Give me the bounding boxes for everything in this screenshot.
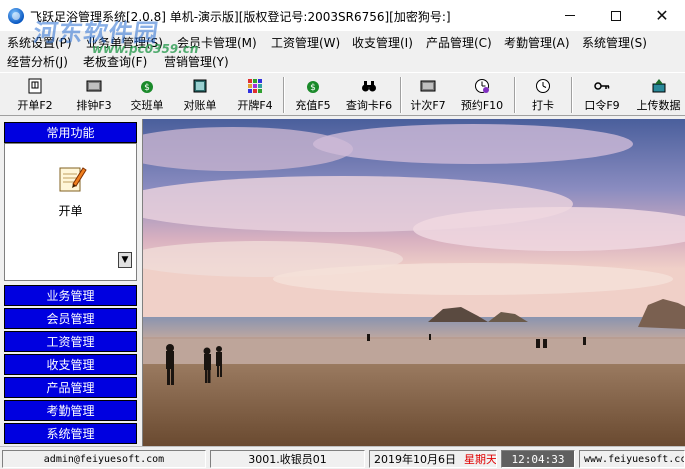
open-bill-shortcut[interactable]: 开单	[5, 144, 136, 224]
query-card-button[interactable]: 查询卡F6	[342, 75, 396, 115]
nav-attendance-management[interactable]: 考勤管理	[4, 400, 137, 421]
key-icon	[593, 77, 611, 95]
recharge-icon: $	[304, 77, 322, 95]
watermark-url: www.pc0359.cn	[92, 42, 199, 56]
menu-products[interactable]: 产品管理(C)	[426, 34, 492, 51]
clock-in-button[interactable]: 打卡	[520, 75, 566, 115]
minimize-icon	[565, 15, 575, 16]
minimize-button[interactable]	[547, 0, 593, 31]
clock-icon	[534, 77, 552, 95]
nav-income-expense-management[interactable]: 收支管理	[4, 354, 137, 375]
schedule-button[interactable]: 排钟F3	[70, 75, 118, 115]
menu-attendance[interactable]: 考勤管理(A)	[504, 34, 570, 51]
handover-button[interactable]: $ 交班单	[124, 75, 170, 115]
toolbar-separator	[571, 77, 573, 113]
menu-income-expense[interactable]: 收支管理(I)	[352, 34, 413, 51]
nav-payroll-management[interactable]: 工资管理	[4, 331, 137, 352]
nav-member-management[interactable]: 会员管理	[4, 308, 137, 329]
toolbar-separator	[400, 77, 402, 113]
toolbar-separator	[514, 77, 516, 113]
menu-system-admin[interactable]: 系统管理(S)	[582, 34, 647, 51]
open-bill-button[interactable]: 开单F2	[12, 75, 58, 115]
svg-text:$: $	[144, 83, 150, 93]
toolbar: 开单F2 排钟F3 $ 交班单 对账单 开牌F4 $ 充值F5 查询卡F6 计次…	[0, 72, 685, 116]
status-bar: admin@feiyuesoft.com 3001.收银员01 2019年10月…	[0, 446, 685, 469]
notepad-pencil-icon	[55, 162, 87, 194]
status-email: admin@feiyuesoft.com	[2, 450, 206, 468]
recharge-button[interactable]: $ 充值F5	[290, 75, 336, 115]
status-weekday: 星期天	[464, 453, 497, 466]
schedule-icon	[85, 77, 103, 95]
appointment-button[interactable]: 预约F10	[456, 75, 508, 115]
counter-button[interactable]: 计次F7	[406, 75, 450, 115]
open-bill-icon	[26, 77, 44, 95]
card-grid-button[interactable]: 开牌F4	[232, 75, 278, 115]
status-website: www.feiyuesoft.cc	[579, 450, 685, 468]
appointment-icon	[473, 77, 491, 95]
app-logo-icon	[8, 8, 24, 24]
nav-business-management[interactable]: 业务管理	[4, 285, 137, 306]
handover-icon: $	[138, 77, 156, 95]
svg-text:$: $	[310, 83, 316, 93]
statement-icon	[191, 77, 209, 95]
open-bill-shortcut-label: 开单	[58, 204, 83, 218]
background-beach-image	[142, 119, 685, 446]
menu-payroll[interactable]: 工资管理(W)	[271, 34, 340, 51]
counter-icon	[419, 77, 437, 95]
maximize-icon	[611, 10, 621, 21]
nav-system-management[interactable]: 系统管理	[4, 423, 137, 444]
maximize-button[interactable]	[593, 0, 639, 31]
password-button[interactable]: 口令F9	[578, 75, 626, 115]
upload-data-button[interactable]: 上传数据	[632, 75, 685, 115]
statement-button[interactable]: 对账单	[177, 75, 223, 115]
status-user: 3001.收银员01	[210, 450, 365, 468]
status-time: 12:04:33	[501, 450, 575, 468]
card-grid-icon	[246, 77, 264, 95]
common-functions-header[interactable]: 常用功能	[4, 122, 137, 143]
upload-icon	[650, 77, 668, 95]
binoculars-icon	[360, 77, 378, 95]
nav-product-management[interactable]: 产品管理	[4, 377, 137, 398]
scroll-down-button[interactable]: ▼	[118, 252, 132, 268]
common-functions-list: 开单 ▼	[4, 143, 137, 281]
left-nav-panel: 常用功能 开单 ▼ 业务管理 会员管理 工资管理 收支管理 产品管理 考勤管理 …	[2, 119, 140, 446]
toolbar-separator	[283, 77, 285, 113]
status-date: 2019年10月6日 星期天	[369, 450, 497, 468]
close-icon: ✕	[655, 6, 669, 25]
close-button[interactable]: ✕	[639, 0, 685, 31]
status-date-text: 2019年10月6日	[374, 453, 456, 466]
menu-business-analysis[interactable]: 经营分析(J)	[7, 53, 68, 70]
